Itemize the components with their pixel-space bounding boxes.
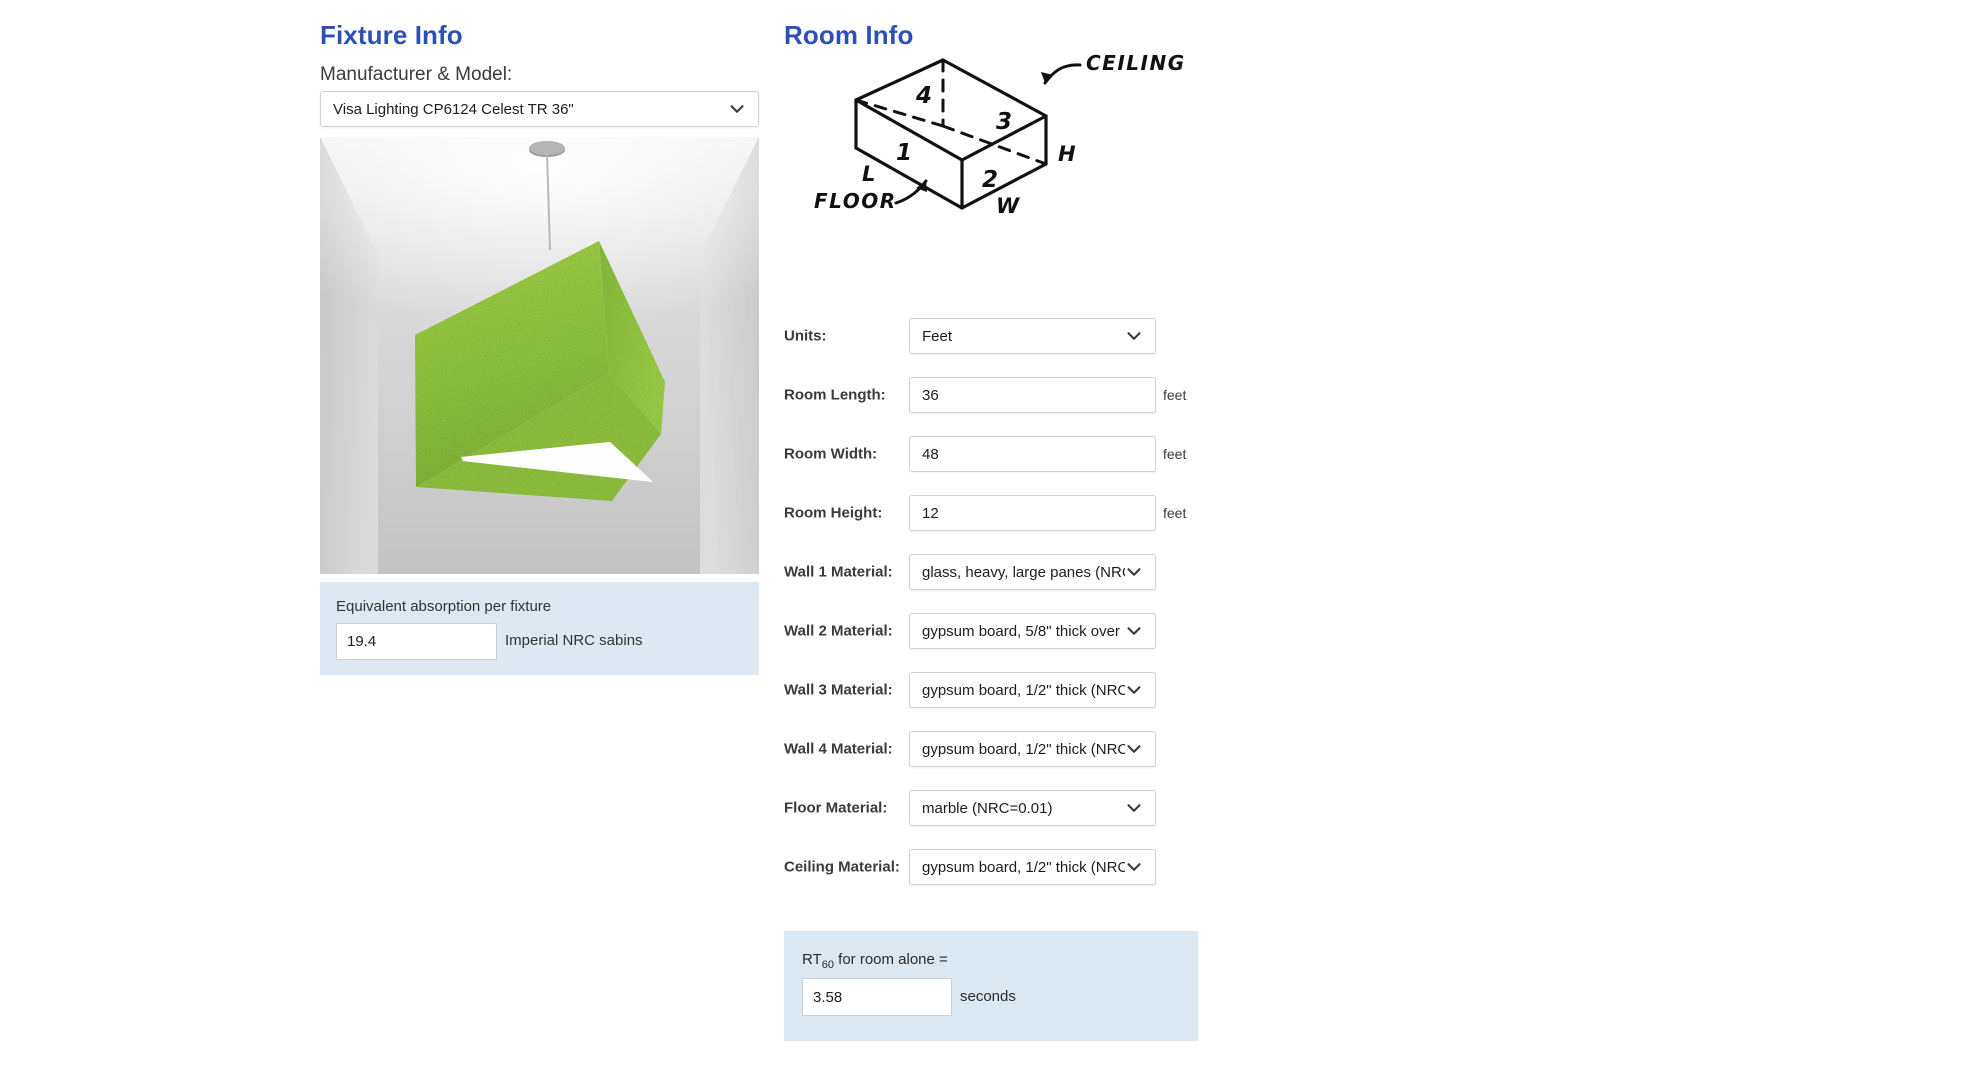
wall-4-material-value: gypsum board, 1/2" thick (NRC=0.05) xyxy=(922,740,1125,758)
room-length-field-wrap xyxy=(909,377,1156,413)
ceiling-label: CEILING xyxy=(1086,51,1186,75)
wall-1-material-value: glass, heavy, large panes (NRC=0.05) xyxy=(922,563,1125,581)
rt60-label-suffix: for room alone = xyxy=(833,951,948,968)
ceiling-material-value: gypsum board, 1/2" thick (NRC=0.05) xyxy=(922,858,1125,876)
room-height-unit-label: feet xyxy=(1163,505,1187,521)
form-row-wall-1-material: Wall 1 Material: glass, heavy, large pane… xyxy=(784,554,1198,590)
wall-1-material-field-wrap: glass, heavy, large panes (NRC=0.05) xyxy=(909,554,1156,590)
fixture-render-image xyxy=(320,137,759,574)
wall-4-material-select[interactable]: gypsum board, 1/2" thick (NRC=0.05) xyxy=(909,731,1156,767)
form-row-room-length: Room Length: feet xyxy=(784,377,1198,413)
room-width-input[interactable] xyxy=(909,436,1156,472)
units-field-wrap: Feet xyxy=(909,318,1156,354)
wall-3-material-value: gypsum board, 1/2" thick (NRC=0.05) xyxy=(922,681,1125,699)
form-row-wall-2-material: Wall 2 Material: gypsum board, 5/8" thick… xyxy=(784,613,1198,649)
wall-1-material-select[interactable]: glass, heavy, large panes (NRC=0.05) xyxy=(909,554,1156,590)
fixture-info-heading: Fixture Info xyxy=(320,20,463,50)
wall-3-material-select[interactable]: gypsum board, 1/2" thick (NRC=0.05) xyxy=(909,672,1156,708)
room-length-input[interactable] xyxy=(909,377,1156,413)
form-row-room-height: Room Height: feet xyxy=(784,495,1198,531)
form-row-wall-4-material: Wall 4 Material: gypsum board, 1/2" thick… xyxy=(784,731,1198,767)
ceiling-material-select[interactable]: gypsum board, 1/2" thick (NRC=0.05) xyxy=(909,849,1156,885)
wall-4-material-field-wrap: gypsum board, 1/2" thick (NRC=0.05) xyxy=(909,731,1156,767)
room-info-heading: Room Info xyxy=(784,20,914,50)
wall-label-4: 4 xyxy=(915,83,932,109)
wall-3-material-label: Wall 3 Material: xyxy=(784,681,893,699)
chevron-down-icon xyxy=(1125,622,1143,640)
rt60-label-sub: 60 xyxy=(821,959,834,971)
wall-2-material-field-wrap: gypsum board, 5/8" thick over insulation… xyxy=(909,613,1156,649)
floor-material-value: marble (NRC=0.01) xyxy=(922,799,1053,817)
form-row-floor-material: Floor Material: marble (NRC=0.01) xyxy=(784,790,1198,826)
ceiling-material-label: Ceiling Material: xyxy=(784,858,900,876)
room-width-label: Room Width: xyxy=(784,445,878,463)
rt60-value-input[interactable] xyxy=(802,978,952,1016)
ceiling-material-field-wrap: gypsum board, 1/2" thick (NRC=0.05) xyxy=(909,849,1156,885)
wall-label-1: 1 xyxy=(896,140,912,166)
room-height-field-wrap xyxy=(909,495,1156,531)
rt60-panel: RT60 for room alone = seconds xyxy=(784,931,1198,1041)
floor-label: FLOOR xyxy=(814,189,897,213)
chevron-down-icon xyxy=(1125,681,1143,699)
floor-material-select[interactable]: marble (NRC=0.01) xyxy=(909,790,1156,826)
room-height-input[interactable] xyxy=(909,495,1156,531)
rt60-label: RT60 for room alone = xyxy=(802,951,948,971)
wall-1-material-label: Wall 1 Material: xyxy=(784,563,893,581)
wall-2-material-label: Wall 2 Material: xyxy=(784,622,893,640)
room-box-diagram: 4 3 1 2 L W H CEILING FLOOR xyxy=(810,48,1190,213)
app-root: Fixture Info Manufacturer & Model: Visa … xyxy=(0,0,1966,1086)
equivalent-absorption-input[interactable] xyxy=(336,623,497,660)
chevron-down-icon xyxy=(1125,563,1143,581)
room-width-unit-label: feet xyxy=(1163,446,1187,462)
room-length-unit-label: feet xyxy=(1163,387,1187,403)
equivalent-absorption-panel: Equivalent absorption per fixture Imperi… xyxy=(320,582,759,675)
wall-label-3: 3 xyxy=(996,109,1012,135)
form-row-ceiling-material: Ceiling Material: gypsum board, 1/2" thic… xyxy=(784,849,1198,885)
equivalent-absorption-label: Equivalent absorption per fixture xyxy=(336,598,552,615)
wall-3-material-field-wrap: gypsum board, 1/2" thick (NRC=0.05) xyxy=(909,672,1156,708)
dim-label-L: L xyxy=(862,162,875,186)
chevron-down-icon xyxy=(1125,799,1143,817)
chevron-down-icon xyxy=(1125,740,1143,758)
wall-4-material-label: Wall 4 Material: xyxy=(784,740,893,758)
dim-label-H: H xyxy=(1058,142,1076,166)
units-select[interactable]: Feet xyxy=(909,318,1156,354)
manufacturer-model-value: Visa Lighting CP6124 Celest TR 36" xyxy=(333,100,574,118)
wall-2-material-value: gypsum board, 5/8" thick over insulation… xyxy=(922,622,1125,640)
chevron-down-icon xyxy=(728,100,746,118)
form-row-room-width: Room Width: feet xyxy=(784,436,1198,472)
room-length-label: Room Length: xyxy=(784,386,886,404)
wall-2-material-select[interactable]: gypsum board, 5/8" thick over insulation… xyxy=(909,613,1156,649)
equivalent-absorption-units: Imperial NRC sabins xyxy=(505,632,643,649)
wall-label-2: 2 xyxy=(982,167,998,193)
rt60-label-prefix: RT xyxy=(802,951,822,968)
floor-material-label: Floor Material: xyxy=(784,799,888,817)
manufacturer-model-select[interactable]: Visa Lighting CP6124 Celest TR 36" xyxy=(320,91,759,127)
room-width-field-wrap xyxy=(909,436,1156,472)
form-row-units: Units: Feet xyxy=(784,318,1198,354)
room-height-label: Room Height: xyxy=(784,504,883,522)
dim-label-W: W xyxy=(996,194,1020,213)
manufacturer-model-label: Manufacturer & Model: xyxy=(320,64,513,85)
chevron-down-icon xyxy=(1125,327,1143,345)
units-value: Feet xyxy=(922,327,953,345)
form-row-wall-3-material: Wall 3 Material: gypsum board, 1/2" thick… xyxy=(784,672,1198,708)
rt60-units: seconds xyxy=(960,988,1016,1005)
chevron-down-icon xyxy=(1125,858,1143,876)
floor-material-field-wrap: marble (NRC=0.01) xyxy=(909,790,1156,826)
units-label: Units: xyxy=(784,327,827,345)
